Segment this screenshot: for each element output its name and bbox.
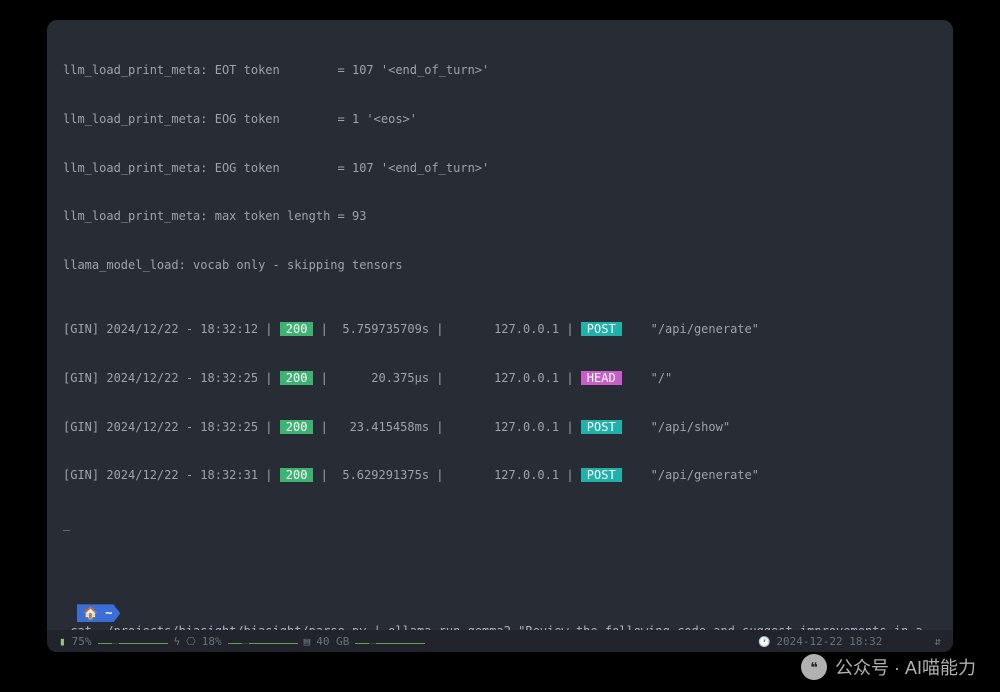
gin-log-row: [GIN] 2024/12/22 - 18:32:25 | 200 | 20.3… [63,370,937,386]
command-text: cat ~/projects/biasight/biasight/parse.p… [63,622,923,630]
log-line: llm_load_print_meta: max token length = … [63,208,937,224]
http-method: POST [581,420,622,434]
clock-icon [758,635,770,648]
terminal-window[interactable]: llm_load_print_meta: EOT token = 107 '<e… [47,20,953,652]
log-line: llm_load_print_meta: EOT token = 107 '<e… [63,62,937,78]
network-icon: ⇵ [934,635,941,648]
http-method: POST [581,322,622,336]
http-status: 200 [280,371,314,385]
log-line: llama_model_load: vocab only - skipping … [63,257,937,273]
cursor: _ [63,516,937,532]
cpu-icon: ⎔ [186,635,196,648]
log-line: llm_load_print_meta: EOG token = 107 '<e… [63,160,937,176]
http-status: 200 [280,420,314,434]
mem-icon: ▤ [304,635,311,648]
watermark: ❝ 公众号 · AI喵能力 [801,654,976,680]
http-method: HEAD [581,371,622,385]
mem-value: 40 GB [316,635,349,648]
http-status: 200 [280,322,314,336]
gin-log-row: [GIN] 2024/12/22 - 18:32:25 | 200 | 23.4… [63,419,937,435]
wechat-icon: ❝ [801,654,827,680]
datetime: 2024-12-22 18:32 [776,635,882,648]
status-bar: ▮ 75% ϟ ⎔ 18% ▤ 40 GB 2024-12-22 18:32 ⇵ [47,630,953,652]
prompt-line[interactable]: 🏠 ~ cat ~/projects/biasight/biasight/par… [63,604,937,630]
http-method: POST [581,468,622,482]
cpu-pct: 18% [202,635,222,648]
gin-log-row: [GIN] 2024/12/22 - 18:32:12 | 200 | 5.75… [63,321,937,337]
battery-sparkline [98,636,168,646]
battery-pct: 75% [72,635,92,648]
gin-log-row: [GIN] 2024/12/22 - 18:32:31 | 200 | 5.62… [63,467,937,483]
prompt-path: 🏠 ~ [77,604,120,622]
log-line: llm_load_print_meta: EOG token = 1 '<eos… [63,111,937,127]
battery-icon: ▮ [59,635,66,648]
http-status: 200 [280,468,314,482]
bolt-icon: ϟ [174,635,181,648]
watermark-text: 公众号 · AI喵能力 [835,654,976,680]
terminal-content[interactable]: llm_load_print_meta: EOT token = 107 '<e… [47,20,953,630]
cpu-sparkline [228,636,298,646]
mem-sparkline [355,636,425,646]
